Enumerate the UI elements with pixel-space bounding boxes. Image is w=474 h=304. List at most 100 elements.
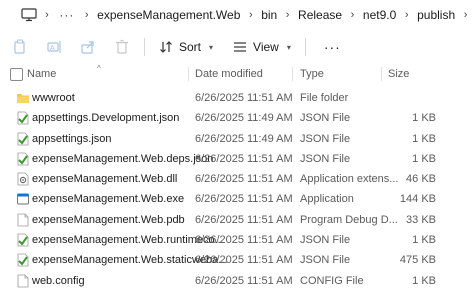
- delete-icon[interactable]: [114, 39, 130, 55]
- breadcrumb-item-release[interactable]: Release: [296, 6, 344, 24]
- file-date: 6/26/2025 11:51 AM: [195, 92, 293, 104]
- file-date: 6/26/2025 11:49 AM: [195, 112, 293, 125]
- file-date: 6/26/2025 11:51 AM: [195, 193, 293, 206]
- column-header-name[interactable]: Name: [27, 64, 56, 84]
- file-name: expenseManagement.Web.deps.json: [32, 152, 214, 165]
- file-type: Application extens...: [300, 173, 399, 186]
- file-row[interactable]: expenseManagement.Web.deps.json 6/26/202…: [0, 149, 474, 169]
- file-date: 6/26/2025 11:51 AM: [195, 173, 293, 186]
- chevron-down-icon: ▾: [286, 42, 291, 52]
- config-file-icon: [16, 274, 30, 288]
- copy-icon[interactable]: [12, 39, 28, 55]
- column-header-type[interactable]: Type: [300, 64, 324, 84]
- column-header-date[interactable]: Date modified: [195, 64, 263, 84]
- column-resize-handle[interactable]: [292, 67, 293, 81]
- breadcrumb-item-net9[interactable]: net9.0: [361, 6, 398, 24]
- chevron-right-icon: ›: [45, 9, 49, 21]
- file-size: [390, 88, 436, 108]
- file-date: 6/26/2025 11:51 AM: [195, 234, 293, 247]
- file-name: expenseManagement.Web.dll: [32, 173, 178, 186]
- breadcrumb-overflow-button[interactable]: ···: [55, 8, 78, 22]
- share-icon[interactable]: [80, 39, 96, 55]
- file-size: 1 KB: [412, 274, 436, 287]
- toolbar-divider: [144, 38, 145, 56]
- view-label: View: [253, 40, 279, 54]
- sort-ascending-icon: ^: [97, 64, 101, 73]
- file-type: JSON File: [300, 234, 351, 247]
- file-type: JSON File: [300, 254, 351, 267]
- exe-file-icon: [16, 192, 30, 206]
- file-row[interactable]: expenseManagement.Web.staticweba... 6/26…: [0, 250, 474, 270]
- column-header-row: ^ Name Date modified Type Size: [0, 64, 474, 84]
- file-row[interactable]: expenseManagement.Web.runtimeco... 6/26/…: [0, 230, 474, 250]
- breadcrumb-item-bin[interactable]: bin: [259, 6, 279, 24]
- more-options-button[interactable]: ···: [324, 39, 341, 55]
- command-bar: A Sort ▾ View ▾ ···: [0, 32, 474, 62]
- file-name: expenseManagement.Web.pdb: [32, 213, 185, 226]
- file-name: appsettings.Development.json: [32, 112, 180, 125]
- dll-file-icon: [16, 172, 30, 186]
- file-size: 33 KB: [406, 213, 436, 226]
- folder-icon: [16, 91, 30, 105]
- file-size: 1 KB: [412, 152, 436, 165]
- svg-text:A: A: [50, 45, 55, 52]
- sort-icon: [160, 41, 172, 53]
- column-resize-handle[interactable]: [381, 67, 382, 81]
- file-row[interactable]: expenseManagement.Web.pdb 6/26/2025 11:5…: [0, 210, 474, 230]
- chevron-right-icon: ›: [404, 9, 409, 21]
- chevron-right-icon: ›: [350, 9, 355, 21]
- file-size: 1 KB: [412, 112, 436, 125]
- file-date: 6/26/2025 11:51 AM: [195, 213, 293, 226]
- file-size: 1 KB: [412, 132, 436, 145]
- file-row[interactable]: expenseManagement.Web.dll 6/26/2025 11:5…: [0, 169, 474, 189]
- sort-label: Sort: [179, 40, 202, 54]
- file-size: 46 KB: [406, 173, 436, 186]
- breadcrumb-item-project[interactable]: expenseManagement.Web: [95, 6, 242, 24]
- file-row[interactable]: appsettings.json 6/26/2025 11:49 AM JSON…: [0, 129, 474, 149]
- file-type: JSON File: [300, 152, 351, 165]
- file-type: JSON File: [300, 112, 351, 125]
- json-file-icon: [16, 253, 30, 267]
- file-date: 6/26/2025 11:51 AM: [195, 152, 293, 165]
- file-name: web.config: [32, 274, 85, 287]
- file-row[interactable]: expenseManagement.Web.exe 6/26/2025 11:5…: [0, 189, 474, 209]
- json-file-icon: [16, 111, 30, 125]
- view-button[interactable]: View ▾: [227, 38, 297, 56]
- file-date: 6/26/2025 11:49 AM: [195, 132, 293, 145]
- file-date: 6/26/2025 11:51 AM: [195, 254, 293, 267]
- rename-icon[interactable]: A: [46, 39, 62, 55]
- chevron-right-icon: ›: [248, 9, 253, 21]
- file-size: 1 KB: [412, 234, 436, 247]
- file-size: 144 KB: [399, 193, 436, 206]
- chevron-right-icon: ›: [285, 9, 290, 21]
- sort-button[interactable]: Sort ▾: [153, 38, 219, 56]
- file-explorer-window: › ··· › expenseManagement.Web › bin › Re…: [0, 0, 474, 304]
- file-type: Program Debug D...: [300, 213, 398, 226]
- breadcrumb-item-publish[interactable]: publish: [415, 6, 457, 24]
- file-list: wwwroot 6/26/2025 11:51 AM File folder a…: [0, 88, 474, 291]
- file-row[interactable]: wwwroot 6/26/2025 11:51 AM File folder: [0, 88, 474, 108]
- file-type: Application: [300, 193, 354, 206]
- json-file-icon: [16, 233, 30, 247]
- chevron-down-icon: ▾: [209, 42, 214, 52]
- chevron-right-icon: ›: [84, 9, 89, 21]
- toolbar-divider: [304, 38, 306, 56]
- breadcrumb: › ··· › expenseManagement.Web › bin › Re…: [0, 0, 474, 30]
- file-name: wwwroot: [32, 92, 75, 104]
- file-type: File folder: [300, 92, 349, 104]
- pdb-file-icon: [16, 213, 30, 227]
- view-icon: [234, 42, 247, 52]
- file-date: 6/26/2025 11:51 AM: [195, 274, 293, 287]
- this-pc-icon[interactable]: [20, 6, 39, 24]
- file-type: CONFIG File: [300, 274, 364, 287]
- file-row[interactable]: web.config 6/26/2025 11:51 AM CONFIG Fil…: [0, 271, 474, 291]
- column-resize-handle[interactable]: [188, 67, 189, 81]
- chevron-right-icon: ›: [463, 9, 468, 21]
- json-file-icon: [16, 132, 30, 146]
- column-header-size[interactable]: Size: [388, 64, 409, 84]
- select-all-checkbox[interactable]: [10, 64, 23, 84]
- file-name: appsettings.json: [32, 132, 112, 145]
- json-file-icon: [16, 152, 30, 166]
- file-name: expenseManagement.Web.exe: [32, 193, 185, 206]
- file-row[interactable]: appsettings.Development.json 6/26/2025 1…: [0, 108, 474, 128]
